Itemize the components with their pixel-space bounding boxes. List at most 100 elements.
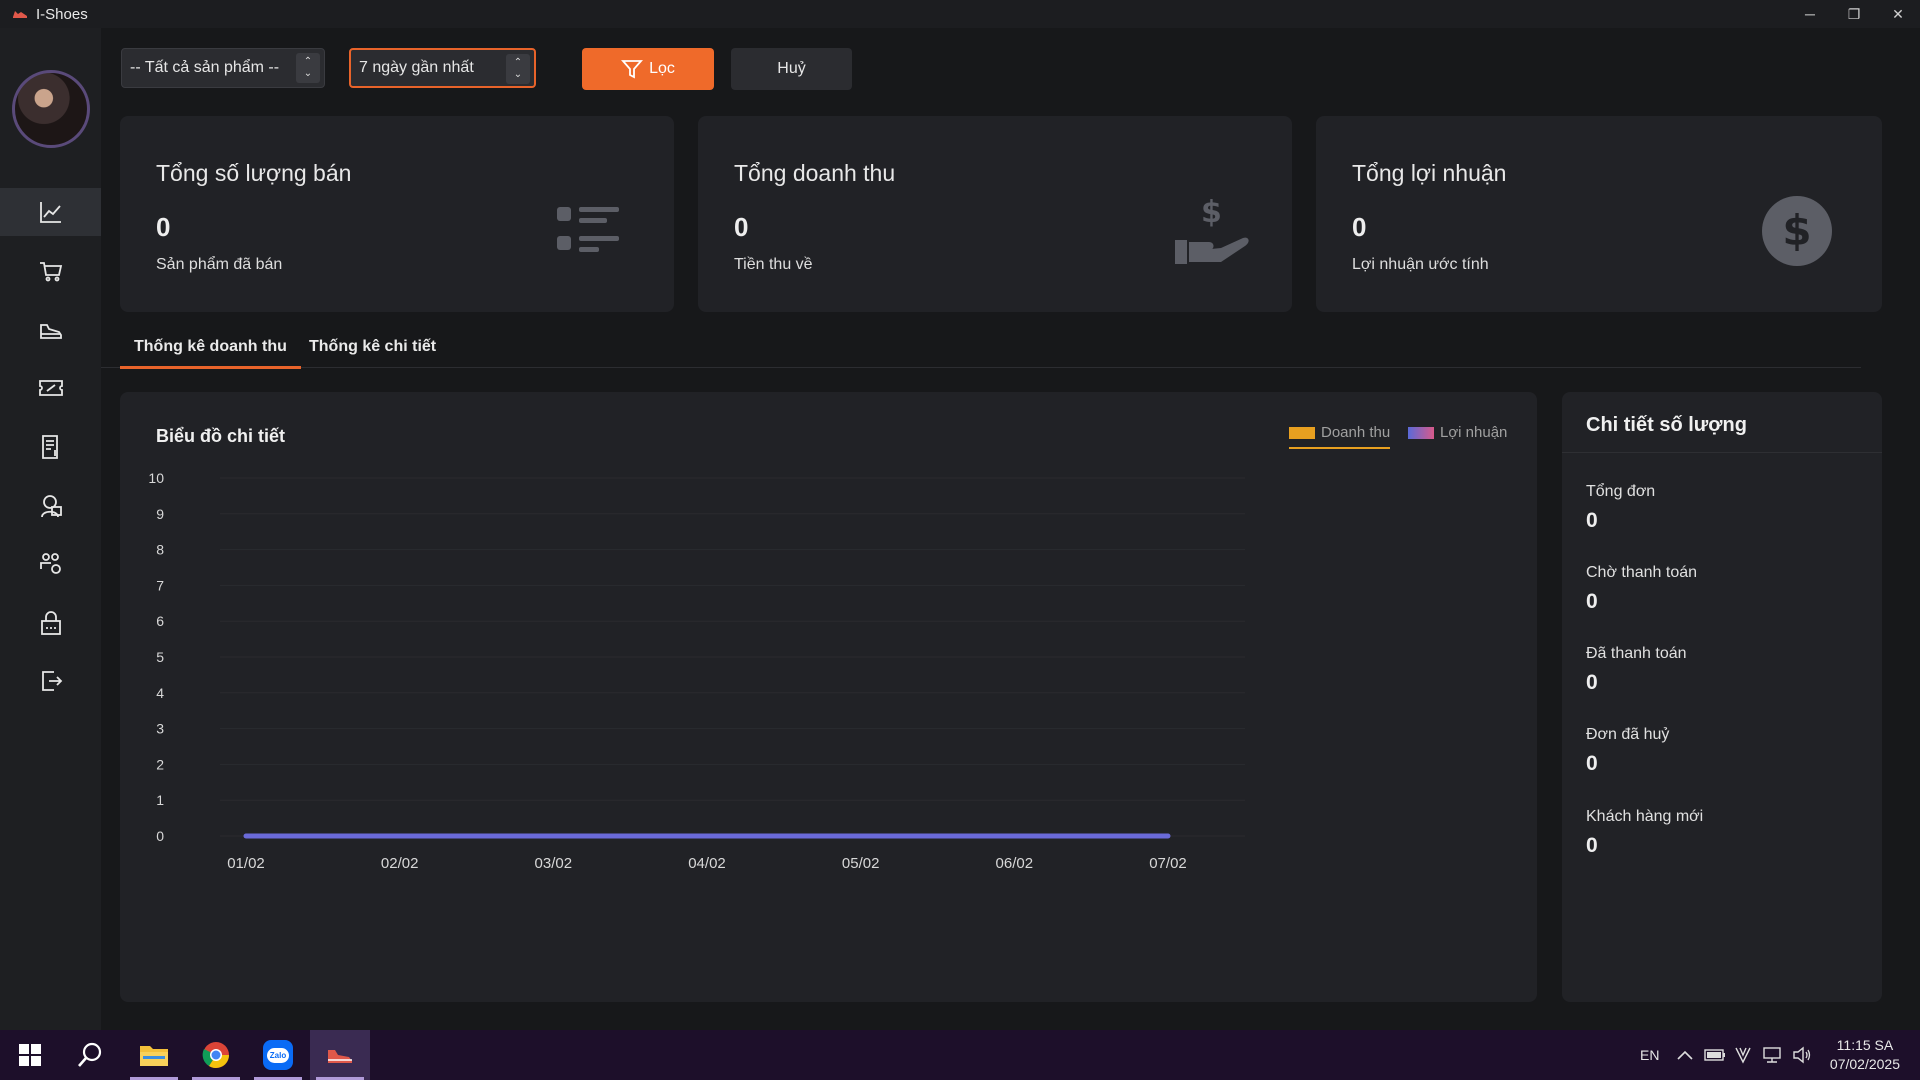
detail-value-pending-payment: 0 [1586,590,1598,613]
data-point [707,836,708,837]
legend-revenue[interactable]: Doanh thu [1289,424,1391,449]
y-tick-label: 1 [156,792,164,808]
cart-icon [39,262,62,282]
card-subtitle: Sản phẩm đã bán [156,256,283,273]
sidebar-item-customer[interactable] [0,482,101,530]
x-tick-label: 02/02 [381,855,419,872]
product-select-spinner[interactable]: ⌃ ⌄ [296,53,320,83]
filter-button[interactable]: Lọc [582,48,714,90]
search-button[interactable] [60,1030,120,1080]
data-point [246,836,247,837]
filter-icon [621,60,644,79]
data-point [1168,836,1169,837]
x-tick-label: 04/02 [688,855,726,872]
sidebar-item-statistics[interactable] [0,188,101,236]
volume-icon[interactable] [1792,1046,1812,1064]
divider [1562,452,1882,453]
zalo-icon: Zalo [263,1040,293,1070]
legend-label: Doanh thu [1321,424,1391,441]
start-button[interactable] [0,1030,60,1080]
period-select[interactable]: 7 ngày gần nhất ⌃ ⌄ [349,48,536,88]
card-value: 0 [734,212,749,242]
card-subtitle: Tiền thu về [734,256,813,273]
sidebar-item-cart[interactable] [0,247,101,295]
language-indicator[interactable]: EN [1640,1030,1659,1080]
title-bar: I-Shoes ─ ❐ ✕ [0,0,1920,28]
sidebar-item-password-lock[interactable] [0,599,101,647]
y-tick-label: 4 [156,685,164,701]
y-tick-label: 6 [156,613,164,629]
data-point [399,836,400,837]
chart-panel: Biểu đồ chi tiết Doanh thu Lợi nhuận 0 1 2… [120,392,1537,1002]
period-select-value: 7 ngày gần nhất [359,59,474,76]
card-value: 0 [1352,212,1367,242]
chevron-up-icon: ⌃ [303,56,313,67]
detail-value-total-orders: 0 [1586,509,1598,532]
card-title: Tổng số lượng bán [156,160,352,186]
restore-button[interactable]: ❐ [1832,0,1876,28]
x-tick-label: 06/02 [996,855,1034,872]
taskbar-zalo[interactable]: Zalo [248,1030,308,1080]
clock[interactable]: 11:15 SA 07/02/2025 [1830,1036,1900,1074]
network-icon[interactable] [1762,1046,1782,1064]
line-chart-icon [39,202,61,223]
tab-revenue-statistics[interactable]: Thống kê doanh thu [120,338,301,369]
y-tick-label: 0 [156,828,164,844]
taskbar-file-explorer[interactable] [124,1030,184,1080]
data-point [707,836,708,837]
chrome-icon [202,1042,230,1069]
detail-value-new-customers: 0 [1586,834,1598,857]
app-logo-icon [12,6,28,22]
total-profit-card: Tổng lợi nhuận 0 Lợi nhuận ước tính $ [1316,116,1882,312]
total-revenue-card: Tổng doanh thu 0 Tiền thu về $ [698,116,1292,312]
lock-icon [40,611,61,635]
invoice-icon [41,435,58,459]
data-point [1168,836,1169,837]
customer-icon [40,495,62,518]
svg-text:$: $ [1782,206,1811,255]
tab-detail-statistics[interactable]: Thống kê chi tiết [309,338,436,366]
filter-button-label: Lọc [649,60,675,77]
shoe-icon [39,324,62,339]
taskbar-chrome[interactable] [186,1030,246,1080]
battery-icon[interactable] [1704,1048,1726,1062]
shoe-app-icon [328,1050,352,1063]
minimize-button[interactable]: ─ [1788,0,1832,28]
line-chart: 0 1 2 3 4 5 6 7 8 9 10 01/02 02/02 03/02 04/02 05/02 06… [148,470,1245,872]
close-button[interactable]: ✕ [1876,0,1920,28]
legend-profit[interactable]: Lợi nhuận [1408,424,1507,447]
taskbar: Zalo EN 11:15 SA 07/02/2025 [0,1030,1920,1080]
cancel-button[interactable]: Huỷ [731,48,852,90]
ticket-icon [38,380,63,396]
sidebar-item-shoe-product[interactable] [0,306,101,354]
taskbar-ishoes[interactable] [310,1030,370,1080]
sidebar-item-invoice[interactable] [0,423,101,471]
y-tick-label: 10 [148,470,164,486]
data-point [860,836,861,837]
sidebar [0,28,101,1030]
detail-title: Chi tiết số lượng [1586,414,1747,436]
legend-swatch [1289,426,1315,439]
card-subtitle: Lợi nhuận ước tính [1352,256,1489,273]
sidebar-item-logout[interactable] [0,657,101,705]
quantity-detail-panel: Chi tiết số lượng Tổng đơn 0 Chờ thanh t… [1562,392,1882,1002]
vpn-icon[interactable] [1734,1046,1752,1064]
chart-title: Biểu đồ chi tiết [156,426,286,446]
window-controls: ─ ❐ ✕ [1788,0,1920,28]
clock-date: 07/02/2025 [1829,1056,1900,1072]
period-select-spinner[interactable]: ⌃ ⌄ [506,54,530,84]
data-point [860,836,861,837]
product-select[interactable]: -- Tất cả sản phẩm -- ⌃ ⌄ [121,48,325,88]
chevron-up-icon[interactable] [1676,1048,1694,1062]
sidebar-item-voucher[interactable] [0,364,101,412]
data-point [399,836,400,837]
avatar[interactable] [12,70,90,148]
data-point [1014,836,1015,837]
card-title: Tổng doanh thu [734,160,896,186]
y-tick-label: 2 [156,756,164,772]
y-tick-label: 3 [156,721,164,737]
detail-value-paid: 0 [1586,671,1598,694]
product-select-value: -- Tất cả sản phẩm -- [130,59,280,76]
data-point [246,836,247,837]
sidebar-item-employees-settings[interactable] [0,540,101,588]
